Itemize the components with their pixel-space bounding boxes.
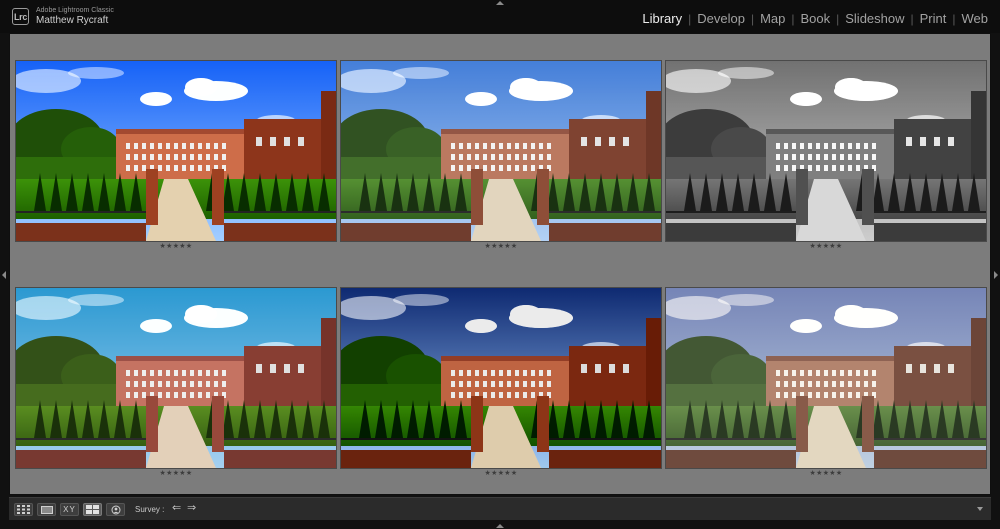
- module-separator: |: [910, 12, 914, 26]
- survey-cell: ★★★★★: [16, 61, 338, 273]
- previous-photo-arrow-icon[interactable]: ⇐: [172, 502, 181, 515]
- product-name: Adobe Lightroom Classic: [36, 7, 114, 14]
- module-separator: |: [791, 12, 795, 26]
- photo-thumbnail[interactable]: [16, 288, 336, 468]
- module-library[interactable]: Library: [642, 11, 682, 27]
- library-toolbar: XY Survey : ⇐ ⇒: [9, 497, 991, 520]
- identity-plate-user: Matthew Rycraft: [36, 15, 109, 26]
- module-separator: |: [750, 12, 755, 26]
- survey-label: Survey :: [135, 505, 165, 514]
- star-rating[interactable]: ★★★★★: [16, 243, 336, 251]
- people-view-icon: [111, 505, 120, 514]
- module-develop[interactable]: Develop: [697, 11, 745, 27]
- photo-thumbnail[interactable]: [341, 61, 661, 241]
- survey-view-button[interactable]: [83, 503, 102, 516]
- compare-view-icon: XY: [63, 505, 76, 514]
- module-picker: Library | Develop | Map | Book | Slidesh…: [642, 11, 988, 27]
- top-panel-toggle-icon[interactable]: [496, 1, 504, 5]
- star-rating[interactable]: ★★★★★: [341, 243, 661, 251]
- module-separator: |: [836, 12, 840, 26]
- survey-view-icon: [86, 505, 99, 514]
- survey-cell: ★★★★★: [666, 61, 988, 273]
- people-view-button[interactable]: [106, 503, 125, 516]
- survey-view-area: ★★★★★ ★★★★★ ★★★★★ ★★★★★ ★★★★★ ★★★★★: [10, 34, 990, 494]
- module-map[interactable]: Map: [760, 11, 785, 27]
- photo-thumbnail[interactable]: [666, 288, 986, 468]
- photo-thumbnail[interactable]: [16, 61, 336, 241]
- module-separator: |: [688, 12, 692, 26]
- lightroom-logo-icon: Lrc: [12, 8, 29, 25]
- grid-view-button[interactable]: [14, 503, 33, 516]
- loupe-view-button[interactable]: [37, 503, 56, 516]
- right-panel-toggle-icon[interactable]: [994, 271, 998, 279]
- loupe-view-icon: [40, 505, 53, 514]
- module-separator: |: [952, 12, 956, 26]
- module-book[interactable]: Book: [800, 11, 830, 27]
- module-print[interactable]: Print: [920, 11, 947, 27]
- star-rating[interactable]: ★★★★★: [341, 470, 661, 478]
- star-rating[interactable]: ★★★★★: [666, 470, 986, 478]
- module-slideshow[interactable]: Slideshow: [845, 11, 904, 27]
- module-web[interactable]: Web: [962, 11, 989, 27]
- photo-thumbnail[interactable]: [341, 288, 661, 468]
- next-photo-arrow-icon[interactable]: ⇒: [187, 502, 196, 515]
- left-panel-toggle-icon[interactable]: [2, 271, 6, 279]
- survey-cell: ★★★★★: [16, 288, 338, 500]
- toolbar-content-menu-icon[interactable]: [977, 507, 983, 511]
- star-rating[interactable]: ★★★★★: [16, 470, 336, 478]
- grid-view-icon: [17, 505, 30, 514]
- survey-cell: ★★★★★: [666, 288, 988, 500]
- survey-cell: ★★★★★: [341, 288, 663, 500]
- filmstrip-toggle-icon[interactable]: [496, 524, 504, 528]
- star-rating[interactable]: ★★★★★: [666, 243, 986, 251]
- photo-thumbnail[interactable]: [666, 61, 986, 241]
- identity-plate-bar: Lrc Adobe Lightroom Classic Matthew Rycr…: [0, 0, 1000, 33]
- survey-cell: ★★★★★: [341, 61, 663, 273]
- compare-view-button[interactable]: XY: [60, 503, 79, 516]
